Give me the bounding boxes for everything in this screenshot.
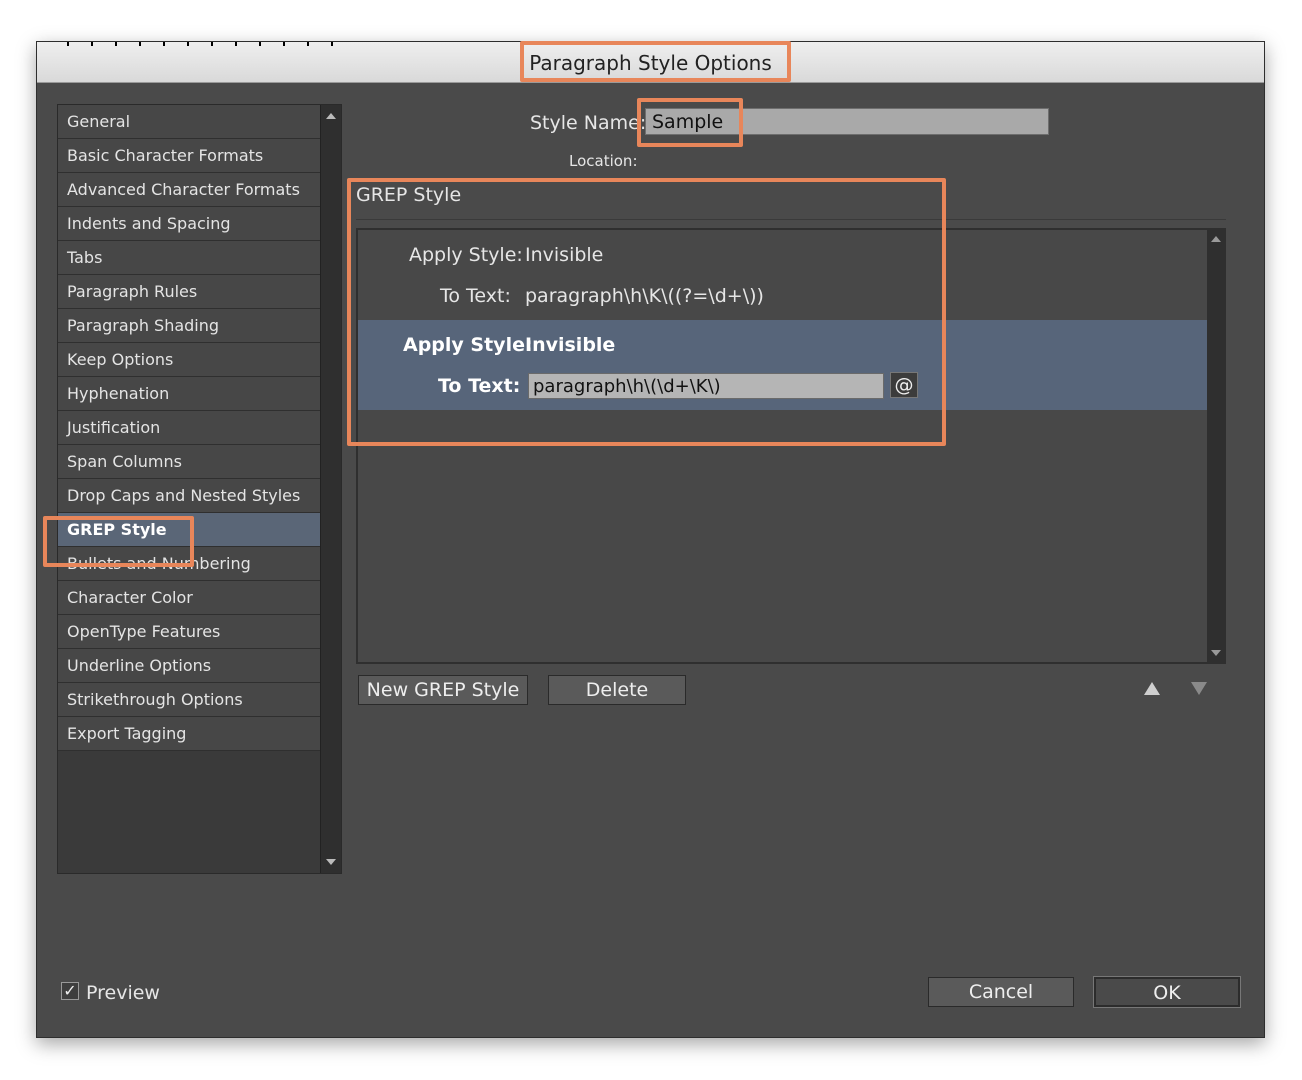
sidebar-item[interactable]: Keep Options <box>58 343 320 377</box>
sidebar-item[interactable]: Justification <box>58 411 320 445</box>
apply-style-label: Apply Style: <box>409 244 523 266</box>
move-up-arrow-icon[interactable] <box>1144 682 1160 695</box>
sidebar-item[interactable]: Character Color <box>58 581 320 615</box>
scroll-down-arrow-icon[interactable] <box>1211 650 1221 656</box>
sidebar-item[interactable]: Tabs <box>58 241 320 275</box>
scroll-up-arrow-icon[interactable] <box>1211 236 1221 242</box>
apply-style-value[interactable]: Invisible <box>525 244 603 266</box>
sidebar-item[interactable]: Underline Options <box>58 649 320 683</box>
section-title: GREP Style <box>356 184 462 206</box>
apply-style-label: Apply Style: <box>403 334 533 356</box>
sidebar-item[interactable]: Export Tagging <box>58 717 320 751</box>
section-divider <box>356 219 1226 220</box>
category-list-items: General Basic Character Formats Advanced C… <box>58 105 320 751</box>
style-name-label: Style Name: <box>530 112 647 134</box>
grep-style-row[interactable]: Apply Style: Invisible To Text: paragrap… <box>358 230 1207 320</box>
sidebar-item[interactable]: Indents and Spacing <box>58 207 320 241</box>
grep-list-scrollbar[interactable] <box>1207 230 1224 662</box>
sidebar-item[interactable]: Paragraph Rules <box>58 275 320 309</box>
sidebar-item[interactable]: Drop Caps and Nested Styles <box>58 479 320 513</box>
cancel-button[interactable]: Cancel <box>928 977 1074 1007</box>
preview-label: Preview <box>86 982 160 1004</box>
grep-style-row-selected[interactable]: Apply Style: Invisible To Text: @ <box>358 320 1207 410</box>
scroll-down-arrow-icon[interactable] <box>326 859 336 865</box>
paragraph-style-options-dialog: Paragraph Style Options General Basic Cha… <box>36 41 1265 1038</box>
sidebar-item[interactable]: Strikethrough Options <box>58 683 320 717</box>
sidebar-item[interactable]: GREP Style <box>58 513 320 547</box>
dialog-title: Paragraph Style Options <box>529 51 772 75</box>
sidebar-item[interactable]: Span Columns <box>58 445 320 479</box>
special-characters-at-icon[interactable]: @ <box>890 372 918 398</box>
ok-button[interactable]: OK <box>1093 976 1241 1008</box>
scroll-up-arrow-icon[interactable] <box>326 113 336 119</box>
sidebar-item[interactable]: Hyphenation <box>58 377 320 411</box>
apply-style-value[interactable]: Invisible <box>525 334 615 356</box>
move-down-arrow-icon[interactable] <box>1191 682 1207 695</box>
sidebar-item[interactable]: OpenType Features <box>58 615 320 649</box>
category-list: General Basic Character Formats Advanced C… <box>57 104 342 874</box>
title-bar: Paragraph Style Options <box>37 42 1264 83</box>
sidebar-item[interactable]: Advanced Character Formats <box>58 173 320 207</box>
to-text-label: To Text: <box>440 285 511 307</box>
new-grep-style-button[interactable]: New GREP Style <box>358 675 528 705</box>
sidebar-item[interactable]: Paragraph Shading <box>58 309 320 343</box>
category-list-scrollbar[interactable] <box>320 105 341 873</box>
preview-checkbox[interactable]: ✓ <box>61 982 79 1000</box>
to-text-value[interactable]: paragraph\h\K\((?=\d+\)) <box>525 285 764 307</box>
location-label: Location: <box>569 152 638 170</box>
sidebar-item[interactable]: Basic Character Formats <box>58 139 320 173</box>
to-text-label: To Text: <box>438 375 521 397</box>
style-name-input[interactable] <box>645 108 1049 135</box>
grep-style-list: Apply Style: Invisible To Text: paragrap… <box>356 228 1226 664</box>
sidebar-item[interactable]: General <box>58 105 320 139</box>
title-bar-tick-marks <box>67 42 337 46</box>
to-text-input[interactable] <box>528 373 884 399</box>
sidebar-item[interactable]: Bullets and Numbering <box>58 547 320 581</box>
delete-button[interactable]: Delete <box>548 675 686 705</box>
